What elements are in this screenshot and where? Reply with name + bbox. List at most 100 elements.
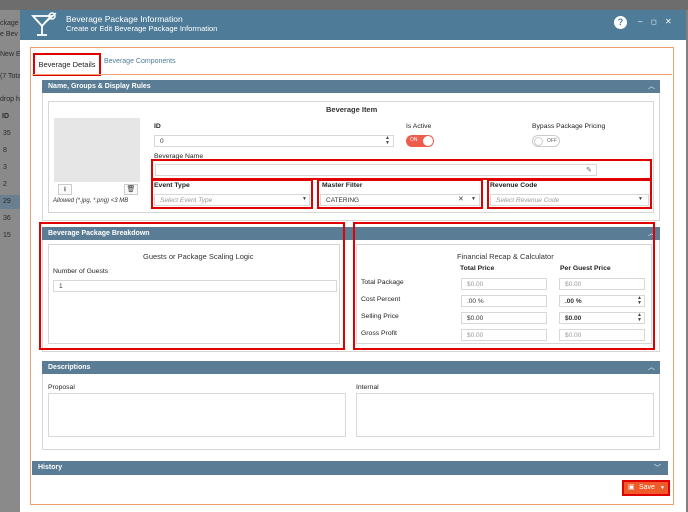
section-title: Name, Groups & Display Rules bbox=[48, 83, 151, 90]
internal-textarea[interactable] bbox=[356, 393, 654, 437]
chevron-down-icon[interactable]: ﹀ bbox=[654, 463, 661, 473]
toggle-knob bbox=[423, 136, 433, 146]
revenue-code-label: Revenue Code bbox=[490, 182, 538, 189]
bg-table-row[interactable]: 3 bbox=[3, 164, 7, 171]
value: $0.00 bbox=[467, 281, 484, 288]
scaling-heading: Guests or Package Scaling Logic bbox=[143, 252, 254, 261]
bg-table-row[interactable]: 15 bbox=[3, 232, 11, 239]
cost-percent-label: Cost Percent bbox=[361, 296, 401, 303]
total-package-total: $0.00 bbox=[461, 278, 547, 290]
bg-table-row[interactable]: 29 bbox=[3, 198, 11, 205]
bg-table-row[interactable]: 2 bbox=[3, 181, 7, 188]
save-button[interactable]: ▣ Save ▼ bbox=[622, 480, 670, 496]
is-active-label: Is Active bbox=[406, 123, 432, 130]
tab-beverage-components[interactable]: Beverage Components bbox=[104, 58, 176, 65]
guests-value: 1 bbox=[59, 283, 63, 290]
chevron-up-icon[interactable]: ︿ bbox=[648, 362, 655, 372]
proposal-textarea[interactable] bbox=[48, 393, 346, 437]
value: $0.00 bbox=[565, 332, 582, 339]
toggle-on-text: ON bbox=[410, 137, 418, 143]
toggle-knob bbox=[534, 137, 543, 146]
event-type-placeholder: Select Event Type bbox=[160, 197, 213, 204]
clear-icon[interactable]: ✕ bbox=[458, 195, 464, 203]
section-title: History bbox=[38, 464, 63, 471]
bg-title-fragment: ckage bbox=[0, 20, 19, 27]
guests-input[interactable]: 1 bbox=[53, 280, 337, 292]
section-header-name-groups[interactable]: Name, Groups & Display Rules bbox=[42, 80, 660, 93]
value: .00 % bbox=[467, 298, 484, 305]
value: $0.00 bbox=[467, 332, 484, 339]
dropdown-arrow-icon[interactable]: ▼ bbox=[471, 196, 476, 202]
maximize-icon[interactable]: ◻ bbox=[651, 18, 657, 26]
tab-divider bbox=[32, 74, 672, 75]
section-header-history[interactable]: History bbox=[32, 461, 668, 475]
pencil-icon[interactable]: ✎ bbox=[586, 166, 592, 174]
dropdown-arrow-icon[interactable]: ▼ bbox=[638, 196, 643, 202]
id-label: ID bbox=[154, 123, 161, 130]
gross-profit-per-guest: $0.00 bbox=[559, 329, 645, 341]
per-guest-header: Per Guest Price bbox=[560, 265, 611, 272]
value: .00 % bbox=[565, 298, 582, 305]
caret-down-icon[interactable]: ▼ bbox=[660, 482, 665, 494]
save-label: Save bbox=[639, 484, 655, 491]
bypass-pricing-label: Bypass Package Pricing bbox=[532, 123, 606, 130]
bg-drop-hint: drop h bbox=[0, 96, 20, 103]
floppy-disk-icon: ▣ bbox=[628, 484, 635, 491]
bg-table-row[interactable]: 36 bbox=[3, 215, 11, 222]
bg-id-header: ID bbox=[2, 113, 9, 120]
value: $0.00 bbox=[565, 315, 582, 322]
section-header-descriptions[interactable]: Descriptions bbox=[42, 361, 660, 374]
selling-price-total: $0.00 bbox=[461, 312, 547, 324]
revenue-code-placeholder: Select Revenue Code bbox=[496, 197, 560, 204]
master-filter-select[interactable]: CATERING bbox=[320, 194, 480, 206]
id-stepper-icon[interactable]: ▲ ▼ bbox=[385, 136, 390, 146]
upload-allowed-hint: Allowed (*.jpg, *.png) <3 MB bbox=[53, 198, 129, 204]
trash-icon[interactable]: 🗑 bbox=[124, 184, 138, 195]
is-active-toggle[interactable]: ON bbox=[406, 135, 434, 147]
total-package-label: Total Package bbox=[361, 279, 404, 286]
total-price-header: Total Price bbox=[460, 265, 495, 272]
master-filter-label: Master Filter bbox=[322, 182, 363, 189]
image-preview bbox=[54, 118, 140, 182]
bg-table-row[interactable]: 35 bbox=[3, 130, 11, 137]
bypass-pricing-toggle[interactable]: OFF bbox=[532, 135, 560, 147]
chevron-up-icon[interactable]: ︿ bbox=[648, 81, 655, 91]
value: $0.00 bbox=[565, 281, 582, 288]
event-type-select[interactable]: Select Event Type bbox=[154, 194, 310, 206]
cost-percent-stepper-icon[interactable]: ▲ ▼ bbox=[637, 296, 642, 306]
help-icon[interactable]: ? bbox=[614, 16, 627, 29]
beverage-item-heading: Beverage Item bbox=[326, 105, 378, 114]
dialog-subtitle: Create or Edit Beverage Package Informat… bbox=[66, 24, 218, 33]
guests-label: Number of Guests bbox=[53, 268, 109, 275]
background-top-bar bbox=[0, 0, 688, 10]
dropdown-arrow-icon[interactable]: ▼ bbox=[302, 196, 307, 202]
id-field[interactable]: 0 bbox=[154, 135, 394, 147]
cost-percent-total: .00 % bbox=[461, 295, 547, 307]
bg-total-count: (7 Tota bbox=[0, 73, 22, 80]
total-package-per-guest: $0.00 bbox=[559, 278, 645, 290]
event-type-label: Event Type bbox=[154, 182, 190, 189]
upload-icon[interactable]: ⭳ bbox=[58, 184, 72, 195]
financial-heading: Financial Recap & Calculator bbox=[457, 252, 554, 261]
selling-price-label: Selling Price bbox=[361, 313, 399, 320]
beverage-name-input[interactable] bbox=[155, 164, 597, 176]
close-icon[interactable]: ✕ bbox=[665, 17, 672, 26]
value: $0.00 bbox=[467, 315, 484, 322]
selling-price-stepper-icon[interactable]: ▲ ▼ bbox=[637, 313, 642, 323]
selling-price-per-guest[interactable]: $0.00 bbox=[559, 312, 645, 324]
minimize-icon[interactable]: – bbox=[638, 17, 642, 26]
revenue-code-select[interactable]: Select Revenue Code bbox=[490, 194, 649, 206]
cost-percent-per-guest[interactable]: .00 % bbox=[559, 295, 645, 307]
gross-profit-total: $0.00 bbox=[461, 329, 547, 341]
master-filter-value: CATERING bbox=[326, 197, 360, 204]
proposal-label: Proposal bbox=[48, 384, 75, 391]
bg-table-row[interactable]: 8 bbox=[3, 147, 7, 154]
bg-title-fragment: e Bev bbox=[0, 31, 18, 38]
section-title: Descriptions bbox=[48, 364, 91, 371]
internal-label: Internal bbox=[356, 384, 379, 391]
id-value: 0 bbox=[160, 138, 164, 145]
tab-beverage-details[interactable]: Beverage Details bbox=[33, 53, 101, 76]
toggle-off-text: OFF bbox=[547, 138, 557, 144]
gross-profit-label: Gross Profit bbox=[361, 330, 397, 337]
cocktail-glass-icon bbox=[30, 12, 57, 36]
